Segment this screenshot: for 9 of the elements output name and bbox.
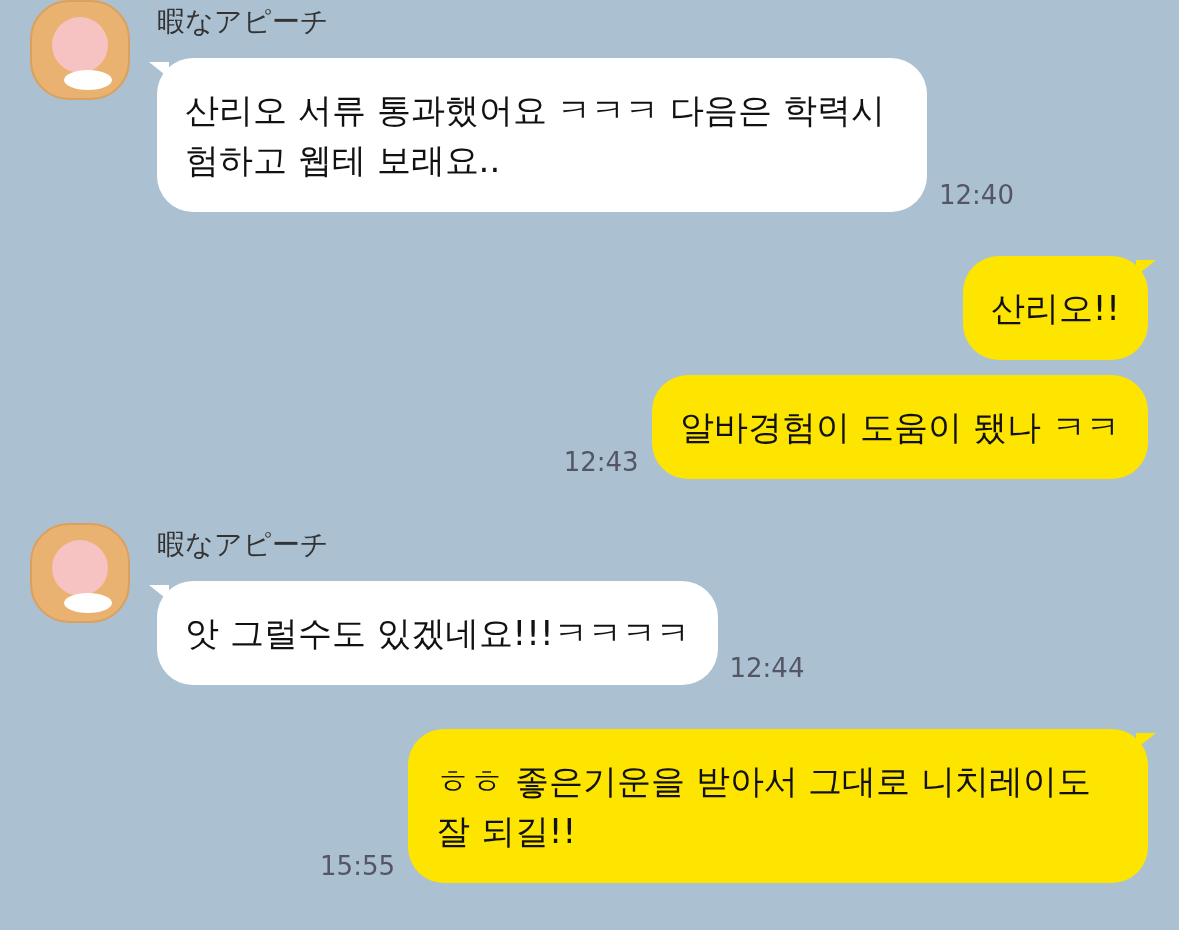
message-time: 12:43 [563,447,639,477]
message-bubble: 알바경험이 도움이 됐나 ㅋㅋ [651,375,1148,479]
message-time: 15:55 [320,851,395,881]
message-time: 12:44 [729,653,805,683]
message-time: 12:40 [939,180,1014,210]
avatar-icon[interactable] [30,523,130,623]
sender-name: 暇なアピーチ [157,4,330,40]
sender-name: 暇なアピーチ [157,527,330,563]
avatar-icon[interactable] [30,0,130,100]
